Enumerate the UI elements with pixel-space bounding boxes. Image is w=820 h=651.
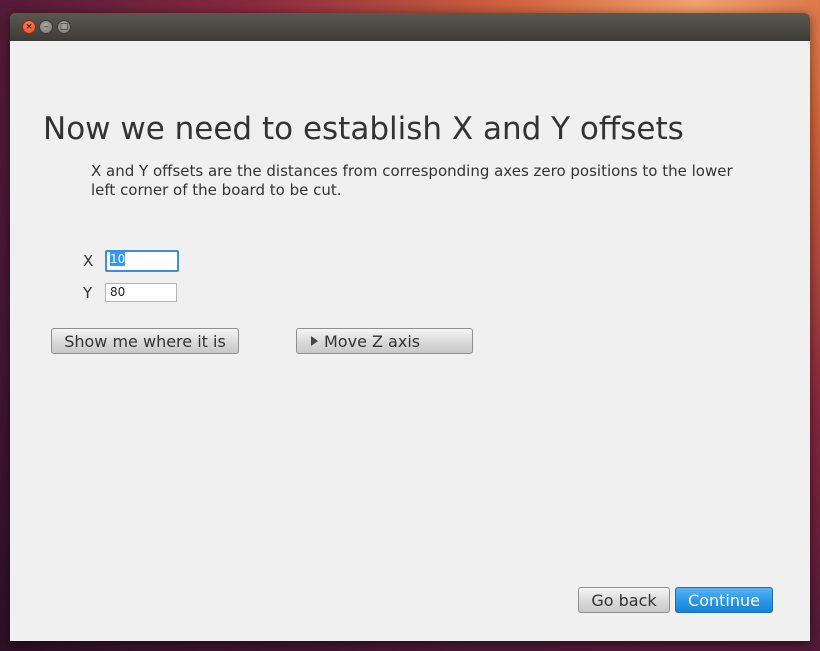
y-offset-input[interactable]: 80 — [105, 283, 177, 302]
x-offset-input[interactable]: 10 — [105, 250, 179, 272]
x-offset-label: X — [83, 252, 94, 270]
close-icon[interactable]: × — [22, 20, 36, 34]
wizard-panel: Now we need to establish X and Y offsets… — [10, 41, 810, 641]
move-z-axis-button[interactable]: Move Z axis — [296, 328, 473, 354]
x-offset-value: 10 — [110, 252, 126, 266]
continue-button[interactable]: Continue — [675, 587, 773, 613]
y-offset-value: 80 — [110, 285, 126, 299]
move-z-axis-label: Move Z axis — [324, 331, 421, 351]
minimize-icon[interactable]: – — [39, 20, 53, 34]
show-me-where-label: Show me where it is — [64, 331, 226, 351]
description-text: X and Y offsets are the distances from c… — [91, 162, 733, 199]
continue-label: Continue — [688, 590, 760, 610]
expand-triangle-icon — [311, 336, 318, 346]
title-bar[interactable]: × – □ — [10, 13, 810, 42]
show-me-where-button[interactable]: Show me where it is — [51, 328, 239, 354]
y-offset-label: Y — [83, 284, 93, 302]
page-title: Now we need to establish X and Y offsets — [43, 111, 684, 147]
application-window: × – □ Now we need to establish X and Y o… — [10, 13, 810, 641]
maximize-icon[interactable]: □ — [57, 20, 71, 34]
go-back-button[interactable]: Go back — [578, 587, 670, 613]
go-back-label: Go back — [591, 590, 657, 610]
